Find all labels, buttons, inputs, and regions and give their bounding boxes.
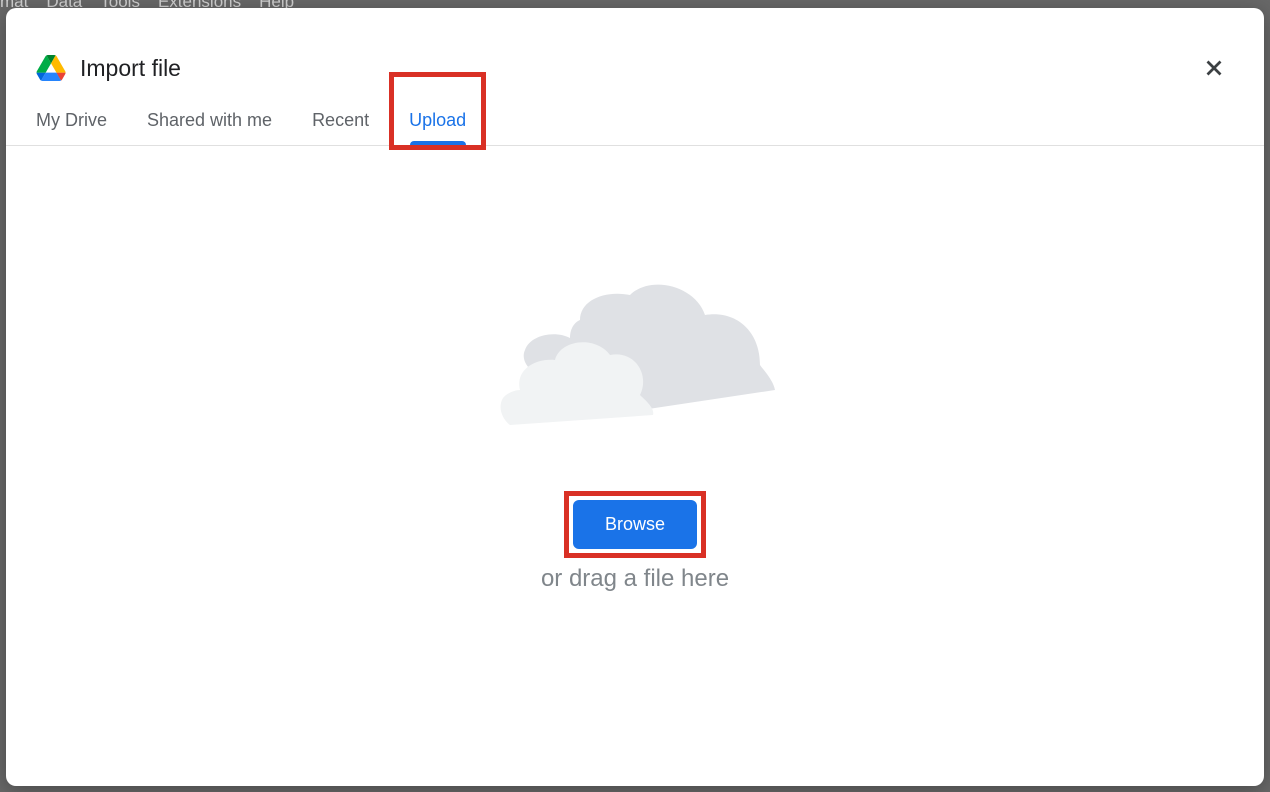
tab-recent[interactable]: Recent bbox=[312, 98, 369, 145]
tab-my-drive[interactable]: My Drive bbox=[36, 98, 107, 145]
close-icon bbox=[1201, 55, 1227, 81]
tab-upload[interactable]: Upload bbox=[409, 98, 466, 145]
import-file-modal: Import file My Drive Shared with me Rece… bbox=[6, 8, 1264, 786]
tabs-bar: My Drive Shared with me Recent Upload bbox=[6, 98, 1264, 146]
modal-header: Import file bbox=[6, 8, 1264, 98]
google-drive-icon bbox=[36, 55, 66, 81]
upload-area[interactable]: Browse or drag a file here bbox=[6, 146, 1264, 786]
modal-title: Import file bbox=[80, 55, 1194, 82]
browse-button-wrapper: Browse bbox=[573, 500, 697, 549]
cloud-upload-icon bbox=[475, 280, 795, 460]
tab-label: Recent bbox=[312, 110, 369, 130]
tab-label: Shared with me bbox=[147, 110, 272, 130]
drag-file-text: or drag a file here bbox=[541, 565, 729, 593]
tab-shared-with-me[interactable]: Shared with me bbox=[147, 98, 272, 145]
browse-button[interactable]: Browse bbox=[573, 500, 697, 549]
annotation-highlight bbox=[389, 72, 486, 150]
close-button[interactable] bbox=[1194, 48, 1234, 88]
tab-label: My Drive bbox=[36, 110, 107, 130]
